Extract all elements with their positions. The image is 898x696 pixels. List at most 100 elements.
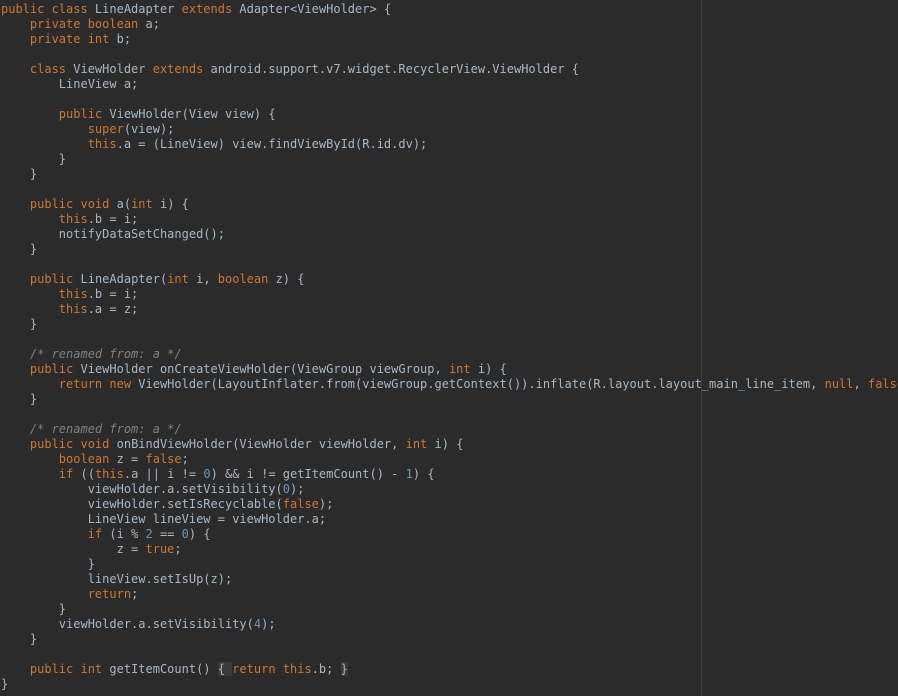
code-token: notifyDataSetChanged();: [1, 227, 225, 241]
code-line[interactable]: }: [1, 392, 898, 407]
code-fold-marker[interactable]: }: [340, 662, 348, 676]
code-line[interactable]: [1, 47, 898, 62]
code-token: .a = (LineView) view.findViewById(R.id.d…: [116, 137, 428, 151]
code-token: onBindViewHolder(ViewHolder viewHolder,: [109, 437, 406, 451]
code-line[interactable]: public int getItemCount() { return this.…: [1, 662, 898, 677]
code-token: LineAdapter: [87, 2, 182, 16]
code-line[interactable]: }: [1, 167, 898, 182]
code-keyword: boolean: [217, 272, 269, 286]
code-token: );: [261, 617, 276, 631]
code-line[interactable]: z = true;: [1, 542, 898, 557]
code-number: 2: [145, 527, 153, 541]
code-line[interactable]: [1, 92, 898, 107]
code-line[interactable]: this.b = i;: [1, 212, 898, 227]
code-token: ) {: [188, 527, 211, 541]
code-line[interactable]: public class LineAdapter extends Adapter…: [1, 2, 898, 17]
code-line[interactable]: public void a(int i) {: [1, 197, 898, 212]
code-token: LineAdapter(: [73, 272, 168, 286]
code-editor[interactable]: public class LineAdapter extends Adapter…: [0, 0, 898, 696]
code-line[interactable]: viewHolder.setIsRecyclable(false);: [1, 497, 898, 512]
code-number: 0: [282, 482, 290, 496]
code-line[interactable]: }: [1, 677, 898, 692]
code-line[interactable]: notifyDataSetChanged();: [1, 227, 898, 242]
code-line[interactable]: boolean z = false;: [1, 452, 898, 467]
code-line[interactable]: [1, 332, 898, 347]
code-token: z) {: [268, 272, 305, 286]
code-keyword: private boolean: [29, 17, 139, 31]
code-line[interactable]: public void onBindViewHolder(ViewHolder …: [1, 437, 898, 452]
code-token: }: [1, 242, 38, 256]
code-keyword: this: [94, 467, 124, 481]
code-keyword: int: [167, 272, 189, 286]
code-keyword: public void: [29, 437, 110, 451]
code-token: }: [1, 677, 9, 691]
code-line[interactable]: this.b = i;: [1, 287, 898, 302]
code-token: ViewHolder onCreateViewHolder(ViewGroup …: [73, 362, 449, 376]
code-keyword: false: [282, 497, 319, 511]
code-line[interactable]: viewHolder.a.setVisibility(4);: [1, 617, 898, 632]
code-line[interactable]: if ((this.a || i != 0) && i != getItemCo…: [1, 467, 898, 482]
code-line[interactable]: public ViewHolder onCreateViewHolder(Vie…: [1, 362, 898, 377]
code-line[interactable]: /* renamed from: a */: [1, 422, 898, 437]
code-line[interactable]: }: [1, 317, 898, 332]
code-line[interactable]: public ViewHolder(View view) {: [1, 107, 898, 122]
code-line[interactable]: private int b;: [1, 32, 898, 47]
code-keyword: extends: [152, 62, 204, 76]
code-keyword: public: [29, 362, 74, 376]
code-line[interactable]: this.a = z;: [1, 302, 898, 317]
code-line[interactable]: if (i % 2 == 0) {: [1, 527, 898, 542]
code-keyword: return this: [232, 662, 312, 676]
code-keyword: public class: [1, 2, 88, 16]
code-keyword: return new: [58, 377, 132, 391]
code-keyword: public void: [29, 197, 110, 211]
code-line[interactable]: }: [1, 632, 898, 647]
code-line[interactable]: super(view);: [1, 122, 898, 137]
code-token: );: [318, 497, 334, 511]
code-line[interactable]: return;: [1, 587, 898, 602]
code-keyword: this: [58, 302, 88, 316]
code-comment: /* renamed from: a */: [29, 347, 182, 361]
code-line[interactable]: private boolean a;: [1, 17, 898, 32]
code-token: .b;: [311, 662, 341, 676]
code-fold-marker[interactable]: {: [217, 662, 233, 676]
code-line[interactable]: this.a = (LineView) view.findViewById(R.…: [1, 137, 898, 152]
code-line[interactable]: }: [1, 152, 898, 167]
code-line[interactable]: }: [1, 242, 898, 257]
code-line[interactable]: viewHolder.a.setVisibility(0);: [1, 482, 898, 497]
code-keyword: int: [448, 362, 471, 376]
code-line[interactable]: public LineAdapter(int i, boolean z) {: [1, 272, 898, 287]
code-line[interactable]: }: [1, 557, 898, 572]
code-token: a(: [109, 197, 132, 211]
code-keyword: int: [405, 437, 428, 451]
code-keyword: public int: [29, 662, 103, 676]
code-line[interactable]: /* renamed from: a */: [1, 347, 898, 362]
code-token: (i %: [102, 527, 146, 541]
code-line[interactable]: [1, 407, 898, 422]
code-token: }: [1, 602, 67, 616]
code-token: ;: [174, 542, 182, 556]
code-token: }: [1, 632, 38, 646]
code-text[interactable]: public class LineAdapter extends Adapter…: [1, 2, 898, 692]
code-token: ) && i != getItemCount() -: [210, 467, 406, 481]
code-line[interactable]: }: [1, 602, 898, 617]
code-line[interactable]: return new ViewHolder(LayoutInflater.fro…: [1, 377, 898, 392]
code-line[interactable]: LineView a;: [1, 77, 898, 92]
code-token: i,: [188, 272, 218, 286]
code-token: LineView a;: [1, 77, 139, 91]
code-line[interactable]: [1, 182, 898, 197]
code-line[interactable]: [1, 257, 898, 272]
code-line[interactable]: [1, 647, 898, 662]
code-token: Adapter<ViewHolder> {: [232, 2, 392, 16]
code-token: ) {: [412, 467, 435, 481]
code-token: i) {: [470, 362, 507, 376]
code-comment: /* renamed from: a */: [29, 422, 182, 436]
code-token: viewHolder.setIsRecyclable(: [1, 497, 283, 511]
code-token: lineView.setIsUp(z);: [1, 572, 233, 586]
code-line[interactable]: class ViewHolder extends android.support…: [1, 62, 898, 77]
code-line[interactable]: LineView lineView = viewHolder.a;: [1, 512, 898, 527]
code-line[interactable]: lineView.setIsUp(z);: [1, 572, 898, 587]
